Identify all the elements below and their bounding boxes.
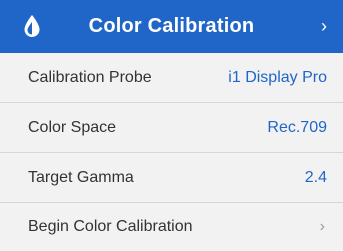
target-gamma-row[interactable]: Target Gamma 2.4 <box>0 153 343 203</box>
color-calibration-panel: Color Calibration › Calibration Probe i1… <box>0 0 343 251</box>
calibration-probe-row[interactable]: Calibration Probe i1 Display Pro <box>0 53 343 103</box>
begin-color-calibration-row[interactable]: Begin Color Calibration › <box>0 203 343 251</box>
color-space-row[interactable]: Color Space Rec.709 <box>0 103 343 153</box>
color-calibration-header[interactable]: Color Calibration › <box>0 0 343 53</box>
color-space-label: Color Space <box>28 119 117 136</box>
calibration-probe-label: Calibration Probe <box>28 69 152 86</box>
calibration-probe-value[interactable]: i1 Display Pro <box>228 53 327 103</box>
color-space-value[interactable]: Rec.709 <box>267 103 327 153</box>
page-title: Color Calibration <box>88 15 255 37</box>
target-gamma-value[interactable]: 2.4 <box>305 153 327 203</box>
chevron-right-icon: › <box>319 218 325 235</box>
begin-color-calibration-label: Begin Color Calibration <box>28 218 193 235</box>
chevron-right-icon: › <box>321 16 327 36</box>
target-gamma-label: Target Gamma <box>28 169 134 186</box>
